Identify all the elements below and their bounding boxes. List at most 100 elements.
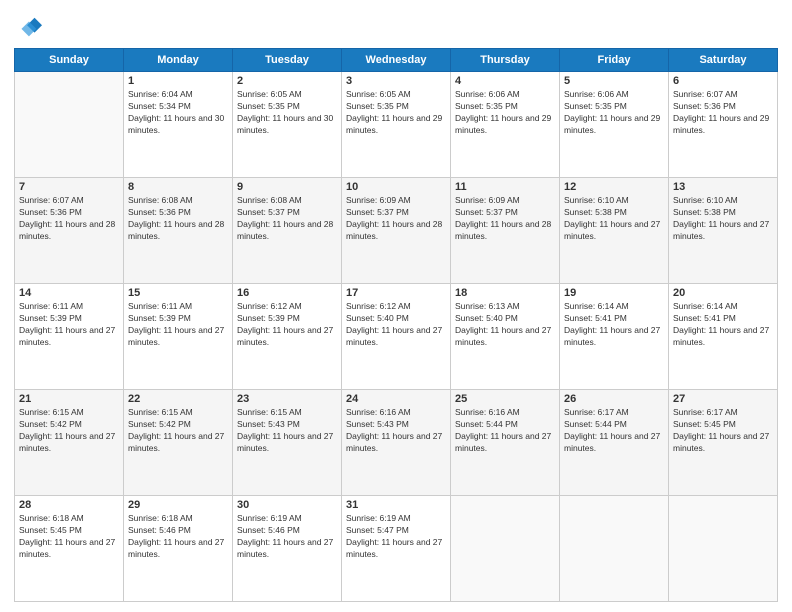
week-row-1: 1Sunrise: 6:04 AMSunset: 5:34 PMDaylight… [15, 72, 778, 178]
day-number: 4 [455, 75, 555, 87]
day-number: 6 [673, 75, 773, 87]
col-header-saturday: Saturday [669, 49, 778, 72]
day-cell: 1Sunrise: 6:04 AMSunset: 5:34 PMDaylight… [124, 72, 233, 178]
day-cell: 24 Sunrise: 6:16 AMSunset: 5:43 PMDayligh… [342, 390, 451, 496]
day-cell: 13Sunrise: 6:10 AMSunset: 5:38 PMDayligh… [669, 178, 778, 284]
day-cell: 19 Sunrise: 6:14 AMSunset: 5:41 PMDayligh… [560, 284, 669, 390]
day-cell: 6 Sunrise: 6:07 AMSunset: 5:36 PMDaylight… [669, 72, 778, 178]
day-info: Sunrise: 6:10 AMSunset: 5:38 PMDaylight:… [564, 195, 664, 243]
day-number: 8 [128, 181, 228, 193]
week-row-3: 14Sunrise: 6:11 AMSunset: 5:39 PMDayligh… [15, 284, 778, 390]
day-info: Sunrise: 6:17 AMSunset: 5:44 PMDaylight:… [564, 407, 664, 455]
day-number: 26 [564, 393, 664, 405]
day-info: Sunrise: 6:16 AMSunset: 5:44 PMDaylight:… [455, 407, 555, 455]
day-info: Sunrise: 6:05 AMSunset: 5:35 PMDaylight:… [346, 89, 446, 137]
logo-icon [14, 14, 42, 42]
col-header-monday: Monday [124, 49, 233, 72]
day-cell: 9Sunrise: 6:08 AMSunset: 5:37 PMDaylight… [233, 178, 342, 284]
header-row: SundayMondayTuesdayWednesdayThursdayFrid… [15, 49, 778, 72]
day-info: Sunrise: 6:11 AMSunset: 5:39 PMDaylight:… [19, 301, 119, 349]
day-number: 29 [128, 499, 228, 511]
day-cell: 17 Sunrise: 6:12 AMSunset: 5:40 PMDayligh… [342, 284, 451, 390]
week-row-2: 7 Sunrise: 6:07 AMSunset: 5:36 PMDaylight… [15, 178, 778, 284]
col-header-sunday: Sunday [15, 49, 124, 72]
day-cell [669, 496, 778, 602]
calendar-table: SundayMondayTuesdayWednesdayThursdayFrid… [14, 48, 778, 602]
day-number: 24 [346, 393, 446, 405]
day-info: Sunrise: 6:12 AMSunset: 5:40 PMDaylight:… [346, 301, 446, 349]
day-cell: 2Sunrise: 6:05 AMSunset: 5:35 PMDaylight… [233, 72, 342, 178]
day-number: 12 [564, 181, 664, 193]
day-info: Sunrise: 6:18 AMSunset: 5:45 PMDaylight:… [19, 513, 119, 561]
day-number: 21 [19, 393, 119, 405]
day-cell: 4 Sunrise: 6:06 AMSunset: 5:35 PMDaylight… [451, 72, 560, 178]
day-number: 19 [564, 287, 664, 299]
col-header-friday: Friday [560, 49, 669, 72]
day-info: Sunrise: 6:15 AMSunset: 5:42 PMDaylight:… [19, 407, 119, 455]
day-cell: 27 Sunrise: 6:17 AMSunset: 5:45 PMDayligh… [669, 390, 778, 496]
day-info: Sunrise: 6:15 AMSunset: 5:43 PMDaylight:… [237, 407, 337, 455]
day-cell: 15 Sunrise: 6:11 AMSunset: 5:39 PMDayligh… [124, 284, 233, 390]
day-info: Sunrise: 6:13 AMSunset: 5:40 PMDaylight:… [455, 301, 555, 349]
day-info: Sunrise: 6:05 AMSunset: 5:35 PMDaylight:… [237, 89, 337, 137]
day-info: Sunrise: 6:14 AMSunset: 5:41 PMDaylight:… [673, 301, 773, 349]
day-number: 11 [455, 181, 555, 193]
day-info: Sunrise: 6:08 AMSunset: 5:37 PMDaylight:… [237, 195, 337, 243]
day-number: 20 [673, 287, 773, 299]
day-number: 25 [455, 393, 555, 405]
day-cell: 30 Sunrise: 6:19 AMSunset: 5:46 PMDayligh… [233, 496, 342, 602]
day-info: Sunrise: 6:09 AMSunset: 5:37 PMDaylight:… [346, 195, 446, 243]
week-row-5: 28 Sunrise: 6:18 AMSunset: 5:45 PMDayligh… [15, 496, 778, 602]
day-cell: 29Sunrise: 6:18 AMSunset: 5:46 PMDayligh… [124, 496, 233, 602]
day-number: 17 [346, 287, 446, 299]
day-cell: 22 Sunrise: 6:15 AMSunset: 5:42 PMDayligh… [124, 390, 233, 496]
day-info: Sunrise: 6:10 AMSunset: 5:38 PMDaylight:… [673, 195, 773, 243]
day-number: 3 [346, 75, 446, 87]
day-cell: 16 Sunrise: 6:12 AMSunset: 5:39 PMDayligh… [233, 284, 342, 390]
page: SundayMondayTuesdayWednesdayThursdayFrid… [0, 0, 792, 612]
logo [14, 14, 46, 42]
header [14, 10, 778, 42]
day-info: Sunrise: 6:19 AMSunset: 5:47 PMDaylight:… [346, 513, 446, 561]
day-cell: 5Sunrise: 6:06 AMSunset: 5:35 PMDaylight… [560, 72, 669, 178]
day-number: 28 [19, 499, 119, 511]
day-cell: 11 Sunrise: 6:09 AMSunset: 5:37 PMDayligh… [451, 178, 560, 284]
day-number: 1 [128, 75, 228, 87]
day-info: Sunrise: 6:09 AMSunset: 5:37 PMDaylight:… [455, 195, 555, 243]
day-number: 16 [237, 287, 337, 299]
day-number: 15 [128, 287, 228, 299]
day-number: 31 [346, 499, 446, 511]
day-info: Sunrise: 6:17 AMSunset: 5:45 PMDaylight:… [673, 407, 773, 455]
day-info: Sunrise: 6:19 AMSunset: 5:46 PMDaylight:… [237, 513, 337, 561]
day-number: 18 [455, 287, 555, 299]
day-number: 27 [673, 393, 773, 405]
day-info: Sunrise: 6:15 AMSunset: 5:42 PMDaylight:… [128, 407, 228, 455]
col-header-thursday: Thursday [451, 49, 560, 72]
day-info: Sunrise: 6:08 AMSunset: 5:36 PMDaylight:… [128, 195, 228, 243]
day-cell: 10Sunrise: 6:09 AMSunset: 5:37 PMDayligh… [342, 178, 451, 284]
day-cell: 28 Sunrise: 6:18 AMSunset: 5:45 PMDayligh… [15, 496, 124, 602]
day-cell: 20 Sunrise: 6:14 AMSunset: 5:41 PMDayligh… [669, 284, 778, 390]
day-number: 22 [128, 393, 228, 405]
day-cell: 3 Sunrise: 6:05 AMSunset: 5:35 PMDaylight… [342, 72, 451, 178]
day-cell: 18 Sunrise: 6:13 AMSunset: 5:40 PMDayligh… [451, 284, 560, 390]
col-header-wednesday: Wednesday [342, 49, 451, 72]
day-cell: 31 Sunrise: 6:19 AMSunset: 5:47 PMDayligh… [342, 496, 451, 602]
day-cell: 25 Sunrise: 6:16 AMSunset: 5:44 PMDayligh… [451, 390, 560, 496]
day-cell: 21 Sunrise: 6:15 AMSunset: 5:42 PMDayligh… [15, 390, 124, 496]
day-info: Sunrise: 6:07 AMSunset: 5:36 PMDaylight:… [19, 195, 119, 243]
day-info: Sunrise: 6:12 AMSunset: 5:39 PMDaylight:… [237, 301, 337, 349]
day-info: Sunrise: 6:14 AMSunset: 5:41 PMDaylight:… [564, 301, 664, 349]
day-info: Sunrise: 6:11 AMSunset: 5:39 PMDaylight:… [128, 301, 228, 349]
day-info: Sunrise: 6:07 AMSunset: 5:36 PMDaylight:… [673, 89, 773, 137]
day-cell [15, 72, 124, 178]
day-number: 30 [237, 499, 337, 511]
day-cell: 7 Sunrise: 6:07 AMSunset: 5:36 PMDaylight… [15, 178, 124, 284]
day-number: 7 [19, 181, 119, 193]
day-info: Sunrise: 6:16 AMSunset: 5:43 PMDaylight:… [346, 407, 446, 455]
day-number: 23 [237, 393, 337, 405]
day-cell: 26 Sunrise: 6:17 AMSunset: 5:44 PMDayligh… [560, 390, 669, 496]
day-cell: 14Sunrise: 6:11 AMSunset: 5:39 PMDayligh… [15, 284, 124, 390]
day-info: Sunrise: 6:06 AMSunset: 5:35 PMDaylight:… [455, 89, 555, 137]
day-number: 5 [564, 75, 664, 87]
